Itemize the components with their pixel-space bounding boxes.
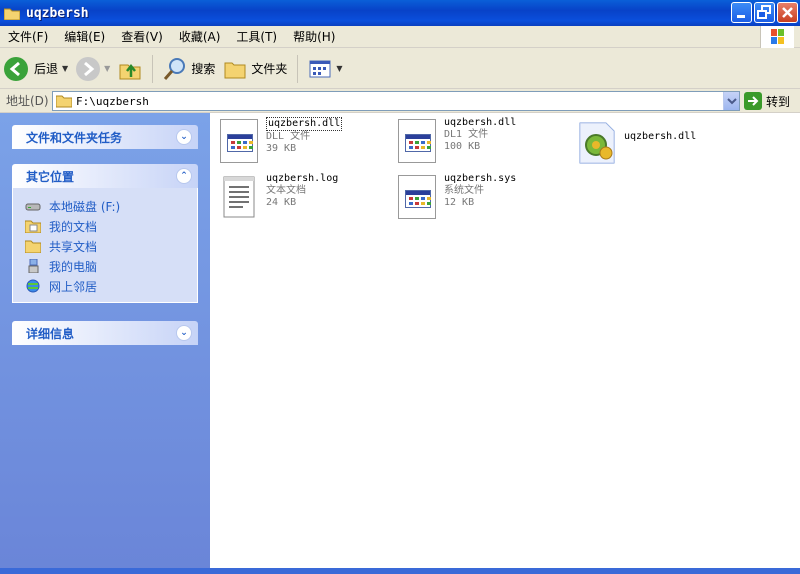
address-dropdown-icon[interactable]: [723, 92, 739, 110]
folders-button[interactable]: 文件夹: [219, 53, 291, 85]
folder-icon: [55, 94, 73, 108]
file-item[interactable]: uqzbersh.sys 系统文件 12 KB: [396, 173, 516, 221]
place-shared-documents[interactable]: 共享文档: [24, 236, 197, 256]
menu-favorites[interactable]: 收藏(A): [171, 28, 229, 45]
taskbar-strip: [0, 568, 800, 574]
place-local-disk[interactable]: 本地磁盘 (F:): [25, 196, 197, 216]
up-folder-button[interactable]: [114, 53, 146, 85]
place-label: 共享文档: [49, 239, 98, 254]
file-tasks-header[interactable]: 文件和文件夹任务 ⌄: [12, 125, 198, 149]
place-my-computer[interactable]: 我的电脑: [25, 256, 197, 276]
dll-file-icon: [218, 117, 260, 165]
other-places-list: 本地磁盘 (F:) 我的文档 共享文档 我的电脑 网上邻居: [12, 188, 198, 303]
sys-file-icon: [396, 173, 438, 221]
menu-bar: 文件(F) 编辑(E) 查看(V) 收藏(A) 工具(T) 帮助(H): [0, 26, 800, 48]
shared-folder-icon: [24, 239, 42, 254]
folders-label: 文件夹: [251, 62, 288, 76]
toolbar: 后退 ▼ ▼ 搜索 文件夹 ▼: [0, 49, 800, 89]
file-name: uqzbersh.dll: [444, 117, 517, 128]
other-places-section: 其它位置 ⌃ 本地磁盘 (F:) 我的文档 共享文档 我的电脑 网上邻居: [12, 164, 198, 303]
file-tasks-title: 文件和文件夹任务: [26, 130, 123, 145]
file-item[interactable]: uqzbersh.log 文本文档 24 KB: [218, 173, 338, 221]
address-path: F:\uqzbersh: [76, 94, 149, 108]
address-label: 地址(D): [6, 94, 49, 108]
place-label: 我的文档: [49, 219, 98, 234]
details-section: 详细信息 ⌄: [12, 321, 198, 345]
go-arrow-icon: [744, 92, 762, 110]
file-name: uqzbersh.sys: [444, 173, 517, 184]
text-document-icon: [218, 173, 260, 221]
up-folder-icon: [118, 57, 142, 81]
network-icon: [25, 279, 41, 293]
back-label: 后退: [34, 62, 59, 76]
my-documents-icon: [24, 219, 42, 234]
back-arrow-icon: [4, 56, 28, 81]
back-dropdown-icon[interactable]: ▼: [62, 64, 68, 73]
minimize-button[interactable]: [731, 2, 752, 23]
other-places-title: 其它位置: [26, 169, 75, 184]
folders-icon: [223, 57, 247, 81]
task-pane: 文件和文件夹任务 ⌄ 其它位置 ⌃ 本地磁盘 (F:) 我的文档 共享文档 我的…: [0, 113, 210, 574]
place-network[interactable]: 网上邻居: [25, 276, 197, 296]
settings-file-icon: [576, 117, 618, 165]
menu-view[interactable]: 查看(V): [113, 28, 171, 45]
window-title: uqzbersh: [26, 5, 89, 21]
search-label: 搜索: [191, 62, 216, 76]
go-label: 转到: [766, 94, 791, 109]
file-item[interactable]: uqzbersh.dll DLL 文件 39 KB: [218, 117, 343, 165]
place-label: 我的电脑: [49, 259, 98, 274]
file-item[interactable]: uqzbersh.dll: [576, 117, 696, 165]
chevron-up-icon[interactable]: ⌃: [176, 168, 192, 184]
views-button[interactable]: ▼: [304, 53, 346, 85]
details-title: 详细信息: [26, 326, 75, 341]
file-size: 100 KB: [444, 141, 481, 152]
file-name: uqzbersh.dll: [624, 131, 697, 142]
menu-file[interactable]: 文件(F): [0, 28, 56, 45]
file-type: DL1 文件: [444, 129, 489, 140]
title-bar: uqzbersh: [0, 0, 800, 26]
views-icon: [308, 57, 332, 81]
menu-help[interactable]: 帮助(H): [285, 28, 343, 45]
address-bar: 地址(D) F:\uqzbersh 转到: [0, 89, 800, 113]
address-input[interactable]: F:\uqzbersh: [52, 91, 740, 111]
file-size: 24 KB: [266, 197, 297, 208]
file-item[interactable]: uqzbersh.dll DL1 文件 100 KB: [396, 117, 516, 165]
file-tasks-section: 文件和文件夹任务 ⌄: [12, 125, 198, 149]
maximize-button[interactable]: [754, 2, 775, 23]
file-type: 文本文档: [266, 185, 306, 196]
toolbar-separator: [152, 54, 154, 83]
file-type: DLL 文件: [266, 131, 311, 142]
search-button[interactable]: 搜索: [159, 53, 219, 85]
folder-icon: [3, 7, 21, 20]
views-dropdown-icon[interactable]: ▼: [336, 64, 342, 73]
windows-logo-icon: [760, 26, 794, 48]
chevron-down-icon[interactable]: ⌄: [176, 325, 192, 341]
place-label: 网上邻居: [49, 279, 98, 294]
search-icon: [163, 57, 187, 81]
place-my-documents[interactable]: 我的文档: [24, 216, 197, 236]
go-button[interactable]: 转到: [744, 92, 790, 110]
forward-button[interactable]: ▼: [72, 53, 114, 85]
drive-icon: [25, 199, 41, 213]
toolbar-separator: [297, 54, 299, 83]
close-button[interactable]: [777, 2, 798, 23]
file-name: uqzbersh.log: [266, 173, 339, 184]
dll-file-icon: [396, 117, 438, 165]
file-size: 39 KB: [266, 143, 297, 154]
place-label: 本地磁盘 (F:): [49, 199, 121, 214]
chevron-down-icon[interactable]: ⌄: [176, 129, 192, 145]
forward-dropdown-icon[interactable]: ▼: [104, 64, 110, 73]
other-places-header[interactable]: 其它位置 ⌃: [12, 164, 198, 188]
file-size: 12 KB: [444, 197, 475, 208]
details-header[interactable]: 详细信息 ⌄: [12, 321, 198, 345]
file-name: uqzbersh.dll: [266, 117, 343, 131]
forward-arrow-icon: [76, 56, 101, 81]
file-type: 系统文件: [444, 185, 484, 196]
back-button[interactable]: 后退 ▼: [0, 53, 72, 85]
file-list: uqzbersh.dll DLL 文件 39 KB uqzbersh.dll D…: [210, 113, 800, 568]
menu-tools[interactable]: 工具(T): [228, 28, 285, 45]
menu-edit[interactable]: 编辑(E): [56, 28, 113, 45]
my-computer-icon: [25, 258, 41, 274]
